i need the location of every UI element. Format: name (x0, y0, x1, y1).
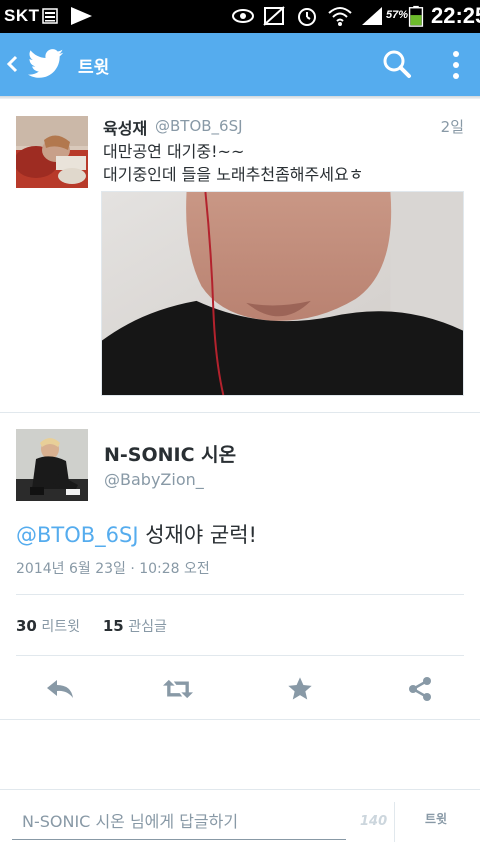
divider (0, 412, 480, 413)
reply-bar: 140 트윗 (0, 789, 480, 853)
tweet-photo[interactable] (101, 191, 464, 396)
retweet-button[interactable] (163, 674, 193, 704)
divider (16, 655, 464, 656)
main-tweet-text: @BTOB_6SJ 성재야 굳럭! (16, 519, 257, 549)
clock: 22:25 (431, 3, 480, 28)
reply-input[interactable] (12, 804, 346, 840)
tweet-stats: 30 리트윗 15 관심글 (16, 616, 167, 636)
parent-tweet[interactable]: 육성재 @BTOB_6SJ 2일 대만공연 대기중!~~ 대기중인데 들을 노래… (0, 100, 480, 412)
share-button[interactable] (405, 674, 435, 704)
tweet-button[interactable]: 트윗 (406, 810, 466, 827)
avatar-parent[interactable] (16, 116, 88, 188)
app-bar: 트윗 (0, 33, 480, 96)
divider (0, 719, 480, 720)
mention-link[interactable]: @BTOB_6SJ (16, 523, 139, 547)
character-counter: 140 (360, 814, 388, 829)
retweet-label[interactable]: 리트윗 (41, 619, 80, 635)
favorite-count[interactable]: 15 (103, 617, 124, 635)
battery-icon (408, 5, 424, 27)
back-arrow-icon[interactable] (6, 53, 18, 75)
share-icon (409, 677, 431, 701)
main-author-name[interactable]: N-SONIC 시온 (104, 440, 236, 467)
reply-button[interactable] (45, 674, 75, 704)
parent-tweet-text: 대만공연 대기중!~~ 대기중인데 들을 노래추천좀해주세요ㅎ (103, 140, 363, 186)
main-author-handle[interactable]: @BabyZion_ (104, 470, 204, 489)
retweet-count[interactable]: 30 (16, 617, 37, 635)
parent-author-handle[interactable]: @BTOB_6SJ (155, 117, 243, 135)
favorite-label[interactable]: 관심글 (128, 619, 167, 635)
twitter-bird-icon[interactable] (28, 49, 64, 79)
page-title: 트윗 (78, 58, 110, 78)
battery-percent: 57% (386, 9, 409, 21)
play-store-icon (71, 7, 92, 25)
favorite-button[interactable] (285, 674, 315, 704)
notification-list-icon (42, 8, 58, 24)
overflow-menu-icon[interactable] (448, 49, 464, 81)
tweet-date: 2014년 6월 23일 · 10:28 오전 (16, 561, 210, 577)
nfc-icon (263, 6, 285, 26)
main-tweet-body: 성재야 굳럭! (138, 523, 257, 547)
reply-icon (47, 680, 73, 698)
eye-icon (232, 9, 254, 23)
parent-tweet-line: 대기중인데 들을 노래추천좀해주세요ㅎ (103, 165, 364, 184)
carrier-label: SKT (4, 6, 40, 25)
parent-timestamp: 2일 (440, 118, 464, 136)
parent-tweet-line: 대만공연 대기중!~~ (103, 142, 245, 161)
status-bar: SKT 57% 22:25 (0, 0, 480, 33)
avatar-main[interactable] (16, 429, 88, 501)
wifi-icon (328, 7, 352, 26)
parent-author-name[interactable]: 육성재 (103, 115, 147, 139)
tweet-actions (0, 658, 480, 718)
divider (16, 594, 464, 595)
app-bar-shadow (0, 96, 480, 99)
search-icon[interactable] (382, 49, 412, 79)
alarm-icon (298, 8, 316, 26)
signal-icon (362, 7, 382, 25)
divider (394, 802, 395, 842)
favorite-star-icon (288, 677, 312, 700)
retweet-icon (163, 679, 193, 699)
